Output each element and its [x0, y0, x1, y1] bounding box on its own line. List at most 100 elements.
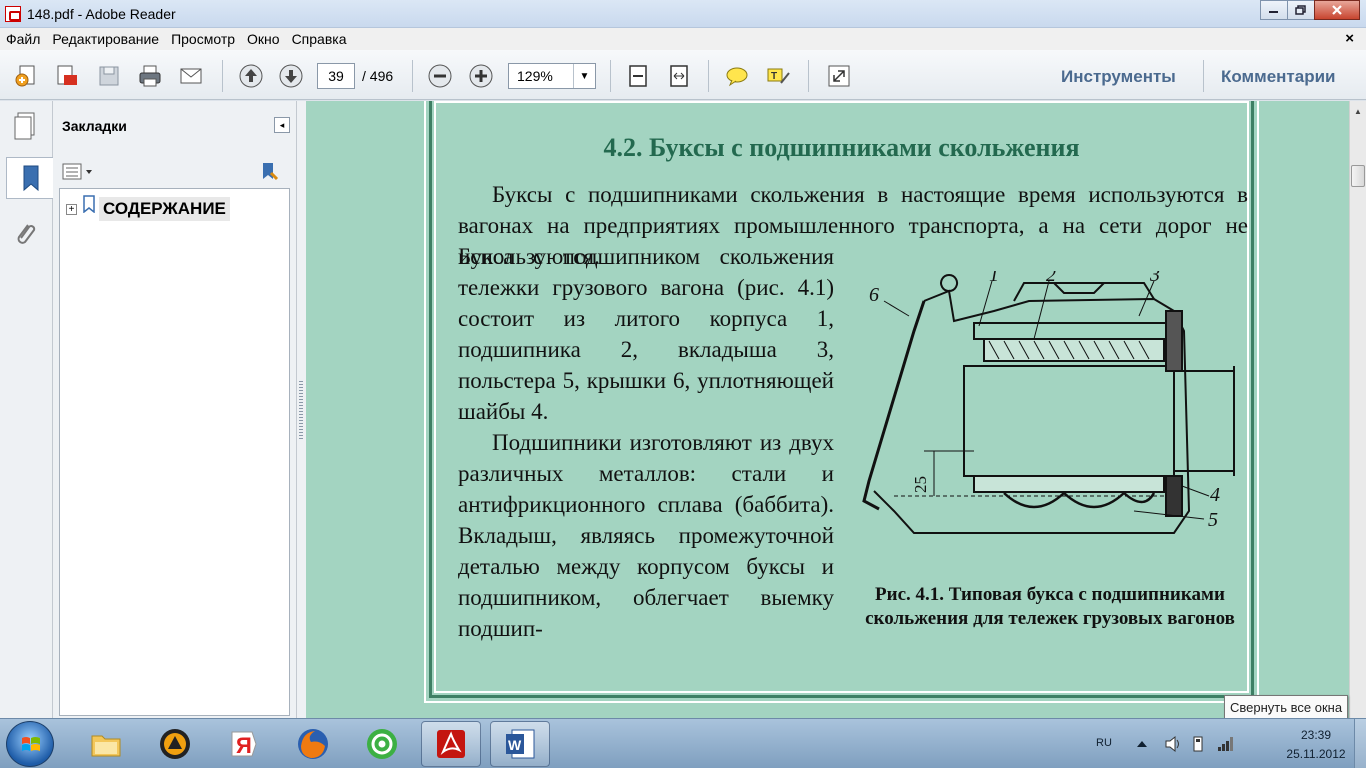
close-document-button[interactable]: × — [1345, 30, 1354, 47]
close-icon — [1332, 5, 1342, 15]
menu-edit[interactable]: Редактирование — [46, 31, 165, 47]
bookmarks-tree: + СОДЕРЖАНИЕ — [59, 188, 290, 716]
maximize-button[interactable] — [1287, 0, 1315, 20]
menu-file[interactable]: Файл — [0, 31, 46, 47]
options-menu-icon[interactable] — [62, 161, 96, 183]
dimension-label: 25 — [911, 476, 930, 493]
taskbar-explorer[interactable] — [76, 721, 136, 767]
zoom-out-button[interactable] — [425, 62, 455, 90]
bookmark-item[interactable]: + СОДЕРЖАНИЕ — [66, 195, 230, 221]
yandex-icon: Я — [231, 731, 257, 758]
collapse-panel-button[interactable]: ◂ — [274, 117, 290, 133]
next-page-button[interactable] — [276, 62, 306, 90]
bookmarks-panel-title: Закладки — [62, 118, 127, 134]
figure-caption: Рис. 4.1. Типовая букса с подшипниками с… — [865, 584, 1235, 629]
paragraph-composition: Букса с подшипником скольжения тележки г… — [458, 244, 834, 424]
volume-icon[interactable] — [1164, 735, 1182, 753]
attachments-button[interactable] — [6, 213, 44, 255]
taskbar-firefox[interactable] — [283, 721, 343, 767]
adobe-reader-icon — [437, 730, 465, 758]
save-button[interactable] — [94, 62, 124, 90]
polster-5 — [1003, 491, 1156, 509]
tools-pane-link[interactable]: Инструменты — [1061, 67, 1176, 87]
close-button[interactable] — [1314, 0, 1360, 20]
scroll-thumb[interactable] — [1351, 165, 1365, 187]
title-bar: 148.pdf - Adobe Reader — [0, 0, 1366, 28]
bookmarks-tab-button[interactable] — [6, 157, 54, 199]
taskbar-aimp[interactable] — [145, 721, 205, 767]
label-2: 2 — [1046, 271, 1056, 286]
comment-icon — [726, 67, 748, 87]
page-total-label: / 496 — [362, 68, 394, 84]
full-screen-button[interactable] — [824, 62, 854, 90]
menu-window[interactable]: Окно — [241, 31, 286, 47]
restore-icon — [1295, 5, 1306, 15]
arrow-up-icon — [239, 64, 263, 88]
plus-icon — [469, 64, 493, 88]
leader-1 — [978, 280, 993, 327]
fit-width-button[interactable] — [664, 62, 694, 90]
menu-help[interactable]: Справка — [286, 31, 353, 47]
bottom-bearing — [973, 475, 1165, 493]
scroll-up-arrow-icon[interactable]: ▲ — [1350, 103, 1366, 119]
show-hidden-icons-icon[interactable] — [1136, 739, 1148, 749]
axlebox-diagram: 1 2 3 6 4 5 25 — [862, 271, 1235, 534]
comments-pane-link[interactable]: Комментарии — [1221, 67, 1335, 87]
bookmark-icon — [23, 165, 38, 192]
aimp-icon — [160, 729, 190, 759]
axle-journal — [963, 365, 1175, 477]
navigation-rail — [0, 101, 54, 718]
export-pdf-button[interactable] — [52, 62, 82, 90]
zoom-select[interactable]: 129% ▼ — [508, 63, 596, 89]
panel-splitter[interactable] — [297, 101, 306, 718]
fit-page-button[interactable] — [623, 62, 653, 90]
taskbar-word[interactable]: W — [490, 721, 550, 767]
language-indicator[interactable]: RU — [1096, 737, 1112, 749]
label-3: 3 — [1149, 271, 1160, 286]
windows-logo-icon — [22, 737, 40, 751]
clock-time[interactable]: 23:39 — [1276, 728, 1356, 742]
page-thumbnails-button[interactable] — [6, 105, 44, 147]
document-view[interactable]: 4.2. Буксы с подшипниками скольжения Бук… — [306, 101, 1349, 718]
bookmarks-panel: Закладки ◂ + СОДЕРЖАНИЕ — [53, 101, 297, 718]
menu-view[interactable]: Просмотр — [165, 31, 241, 47]
label-4: 4 — [1210, 484, 1220, 506]
prev-page-button[interactable] — [236, 62, 266, 90]
label-6: 6 — [869, 284, 879, 306]
menu-bar: Файл Редактирование Просмотр Окно Справк… — [0, 28, 1366, 50]
axle-shaft — [1174, 366, 1235, 476]
dimension-line — [924, 450, 974, 496]
page-frame: 4.2. Буксы с подшипниками скольжения Бук… — [434, 101, 1249, 693]
expand-toggle[interactable]: + — [66, 203, 77, 215]
svg-text:Я: Я — [236, 733, 252, 758]
start-button[interactable] — [6, 721, 54, 767]
bookmark-label[interactable]: СОДЕРЖАНИЕ — [99, 197, 230, 221]
chevron-down-icon[interactable]: ▼ — [573, 64, 595, 88]
vertical-scrollbar[interactable]: ▲ — [1349, 101, 1366, 718]
usb-device-icon[interactable] — [1190, 735, 1208, 753]
print-icon — [139, 65, 161, 87]
show-desktop-button[interactable] — [1354, 719, 1366, 768]
network-signal-icon[interactable] — [1216, 735, 1234, 753]
system-tray: RU 23:39 25.11.2012 — [1076, 719, 1366, 768]
taskbar-mailru-agent[interactable] — [352, 721, 412, 767]
seal-upper — [1165, 310, 1183, 372]
create-pdf-icon — [15, 65, 35, 87]
zoom-in-button[interactable] — [466, 62, 496, 90]
liner — [973, 322, 1175, 340]
taskbar-yandex[interactable]: Я — [214, 721, 274, 767]
minimize-button[interactable] — [1260, 0, 1288, 20]
email-button[interactable] — [176, 62, 206, 90]
paragraph-bearings: Подшипники изготовляют из двух различных… — [458, 430, 834, 641]
fit-width-icon — [670, 65, 688, 87]
add-comment-button[interactable] — [722, 62, 752, 90]
highlight-text-button[interactable]: T — [763, 62, 793, 90]
clock-date[interactable]: 25.11.2012 — [1276, 747, 1356, 761]
taskbar-adobe-reader[interactable] — [421, 721, 481, 767]
print-button[interactable] — [135, 62, 165, 90]
page-number-input[interactable]: 39 — [317, 63, 355, 89]
label-5: 5 — [1208, 509, 1218, 531]
toolbar-separator — [808, 60, 809, 92]
create-pdf-button[interactable] — [12, 62, 42, 90]
delete-bookmark-icon[interactable] — [259, 161, 281, 183]
